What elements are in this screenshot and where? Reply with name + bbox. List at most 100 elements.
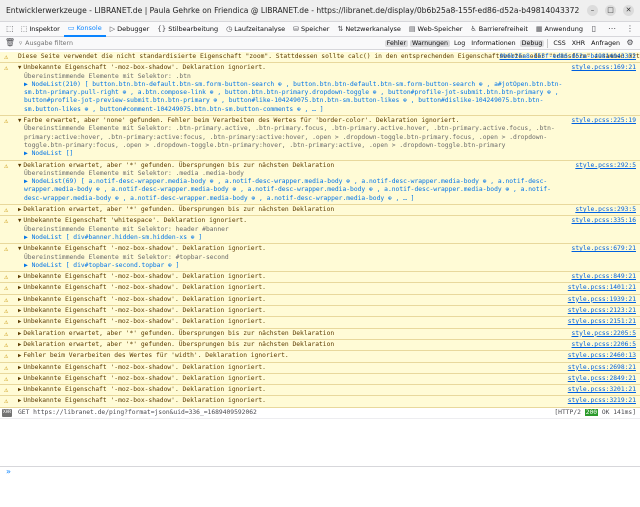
console-message[interactable]: ⚠ ▼ Unbekannte Eigenschaft 'whitespace'. D… (0, 216, 640, 245)
message-source-link[interactable]: style.pcss:1939:21 (568, 296, 636, 304)
console-message[interactable]: ⚠ ▼ Farbe erwartet, aber 'none' gefunden. … (0, 116, 640, 161)
filter-fehler[interactable]: Fehler (384, 39, 409, 47)
twisty-icon[interactable]: ▶ (18, 274, 21, 280)
message-source-link[interactable]: style.pcss:1401:21 (568, 284, 636, 292)
close-button[interactable]: ✕ (623, 5, 634, 16)
message-source-link[interactable]: style.pcss:2849:21 (568, 375, 636, 383)
twisty-icon[interactable]: ▶ (18, 342, 21, 348)
nodelist[interactable]: ▶ NodeList(69) [ a.notif-desc-wrapper.me… (18, 178, 565, 203)
tab-debugger[interactable]: ▷ Debugger (106, 22, 154, 37)
twisty-icon[interactable]: ▼ (18, 65, 21, 71)
tab-barrierefreiheit[interactable]: ♿ Barrierefreiheit (466, 22, 531, 37)
message-source-link[interactable]: style.pcss:292:5 (575, 162, 636, 170)
element-picker-icon[interactable]: ⬚ (4, 23, 16, 35)
warning-icon: ⚠ (4, 284, 9, 293)
message-source-link[interactable]: 0b6b25a8-155f-ed86-d52a-b49814043372 (500, 53, 636, 61)
maximize-button[interactable]: □ (605, 5, 616, 16)
filter-debug[interactable]: Debug (519, 39, 545, 47)
message-source-link[interactable]: style.pcss:849:21 (572, 273, 636, 281)
tab-speicher[interactable]: ⛁ Speicher (289, 22, 333, 37)
console-message[interactable]: ⚠ ▶ Unbekannte Eigenschaft '-moz-box-shado… (0, 317, 640, 329)
console-message[interactable]: ⚠ ▼ Unbekannte Eigenschaft '-moz-box-shado… (0, 63, 640, 117)
tab-netzwerkanalyse[interactable]: ⇅ Netzwerkanalyse (333, 22, 404, 37)
warning-icon: ⚠ (4, 318, 9, 327)
tab-inspektor[interactable]: ⬚ Inspektor (17, 22, 64, 37)
twisty-icon[interactable]: ▶ (18, 365, 21, 371)
console-message[interactable]: ⚠ ▶ Deklaration erwartet, aber '*' gefunde… (0, 205, 640, 217)
tab-stilbearbeitung[interactable]: {} Stilbearbeitung (153, 22, 222, 37)
console-message[interactable]: ⚠ ▼ Unbekannte Eigenschaft '-moz-box-shado… (0, 244, 640, 273)
twisty-icon[interactable]: ▼ (18, 218, 21, 224)
twisty-icon[interactable]: ▶ (18, 285, 21, 291)
message-source-link[interactable]: style.pcss:3219:21 (568, 397, 636, 405)
filter-input[interactable]: ▿ Ausgabe filtern (19, 40, 139, 47)
twisty-icon[interactable]: ▶ (18, 297, 21, 303)
responsive-design-icon[interactable]: ▯ (588, 23, 600, 35)
message-source-link[interactable]: style.pcss:2205:5 (572, 330, 636, 338)
message-source-link[interactable]: style.pcss:2698:21 (568, 364, 636, 372)
nodelist[interactable]: ▶ NodeList [ div#topbar-second.topbar ⊕ … (18, 262, 565, 270)
console-message[interactable]: ⚠ ▶ Unbekannte Eigenschaft '-moz-box-shado… (0, 362, 640, 374)
twisty-icon[interactable]: ▶ (18, 207, 21, 213)
twisty-icon[interactable]: ▶ (18, 398, 21, 404)
message-source-link[interactable]: style.pcss:335:16 (572, 217, 636, 225)
console-message[interactable]: ⚠ Diese Seite verwendet die nicht standar… (0, 52, 640, 64)
console-message[interactable]: ⚠ ▶ Fehler beim Verarbeiten des Wertes für… (0, 351, 640, 363)
twisty-icon[interactable]: ▶ (18, 308, 21, 314)
console-message[interactable]: ⚠ ▶ Unbekannte Eigenschaft '-moz-box-shado… (0, 306, 640, 318)
request-url[interactable]: https://libranet.de/ping?format=json&uid… (33, 409, 257, 416)
console-message[interactable]: ⚠ ▶ Unbekannte Eigenschaft '-moz-box-shado… (0, 272, 640, 284)
filter-log[interactable]: Log (452, 40, 467, 47)
minimize-button[interactable]: – (587, 5, 598, 16)
console-message[interactable]: ⚠ ▶ Unbekannte Eigenschaft '-moz-box-shado… (0, 283, 640, 295)
message-source-link[interactable]: style.pcss:679:21 (572, 245, 636, 253)
matching-selector-info: Übereinstimmende Elemente mit Selektor: … (24, 72, 191, 80)
message-source-link[interactable]: style.pcss:2123:21 (568, 307, 636, 315)
more-tools-icon[interactable]: ⋯ (606, 23, 618, 35)
message-source-link[interactable]: style.pcss:2151:21 (568, 318, 636, 326)
console-message[interactable]: ⚠ ▶ Unbekannte Eigenschaft '-moz-box-shado… (0, 385, 640, 397)
twisty-icon[interactable]: ▼ (18, 163, 21, 169)
console-message[interactable]: ⚠ ▶ Deklaration erwartet, aber '*' gefunde… (0, 339, 640, 352)
tab-icon: ⬚ (20, 25, 28, 33)
message-source-link[interactable]: style.pcss:225:19 (572, 117, 636, 125)
options-menu-icon[interactable]: ⋮ (624, 23, 636, 35)
tab-laufzeitanalyse[interactable]: ◷ Laufzeitanalyse (222, 22, 289, 37)
console-message[interactable]: ⚠ ▶ Unbekannte Eigenschaft '-moz-box-shado… (0, 396, 640, 408)
console-message[interactable]: ⚠ ▶ Deklaration erwartet, aber '*' gefunde… (0, 328, 640, 340)
message-source-link[interactable]: style.pcss:169:21 (572, 64, 636, 72)
twisty-icon[interactable]: ▼ (18, 118, 21, 124)
tab-web-speicher[interactable]: ▤ Web-Speicher (405, 22, 467, 37)
console-input[interactable]: » (0, 466, 640, 478)
twisty-icon[interactable]: ▼ (18, 246, 21, 252)
nodelist[interactable]: ▶ NodeList [] (18, 150, 565, 158)
message-text: Deklaration erwartet, aber '*' gefunden.… (23, 161, 335, 169)
console-message[interactable]: ⚠ ▶ Unbekannte Eigenschaft '-moz-box-shado… (0, 373, 640, 386)
twisty-icon[interactable]: ▶ (18, 387, 21, 393)
console-message[interactable]: ⚠ ▼ Deklaration erwartet, aber '*' gefunde… (0, 160, 640, 206)
trash-icon[interactable]: 🗑 (4, 37, 16, 49)
filter-xhr[interactable]: XHR (570, 40, 587, 47)
twisty-icon[interactable]: ▶ (18, 331, 21, 337)
tab-anwendung[interactable]: ▦ Anwendung (532, 22, 587, 37)
tab-icon: ▷ (109, 25, 116, 33)
twisty-icon[interactable]: ▶ (18, 376, 21, 382)
twisty-icon[interactable]: ▶ (18, 319, 21, 325)
network-request[interactable]: XHR GET https://libranet.de/ping?format=j… (0, 407, 640, 419)
twisty-icon[interactable]: ▶ (18, 353, 21, 359)
console-message[interactable]: ⚠ ▶ Unbekannte Eigenschaft '-moz-box-shado… (0, 294, 640, 307)
gear-icon[interactable]: ⚙ (624, 37, 636, 49)
message-source-link[interactable]: style.pcss:2460:13 (568, 352, 636, 360)
message-source-link[interactable]: style.pcss:2206:5 (572, 341, 636, 349)
tab-konsole[interactable]: ▭ Konsole (63, 22, 106, 37)
nodelist[interactable]: ▶ NodeList [ div#banner.hidden-sm.hidden… (18, 234, 565, 242)
nodelist[interactable]: ▶ NodeList(210) [ button.btn.btn-default… (18, 81, 565, 114)
filter-anfragen[interactable]: Anfragen (589, 40, 622, 47)
message-source-link[interactable]: style.pcss:3201:21 (568, 386, 636, 394)
filter-informationen[interactable]: Informationen (469, 40, 517, 47)
message-source-link[interactable]: style.pcss:293:5 (575, 206, 636, 214)
prompt-icon: » (6, 467, 11, 476)
filter-css[interactable]: CSS (551, 40, 567, 47)
filter-warnungen[interactable]: Warnungen (410, 39, 451, 47)
warning-icon: ⚠ (4, 245, 9, 254)
